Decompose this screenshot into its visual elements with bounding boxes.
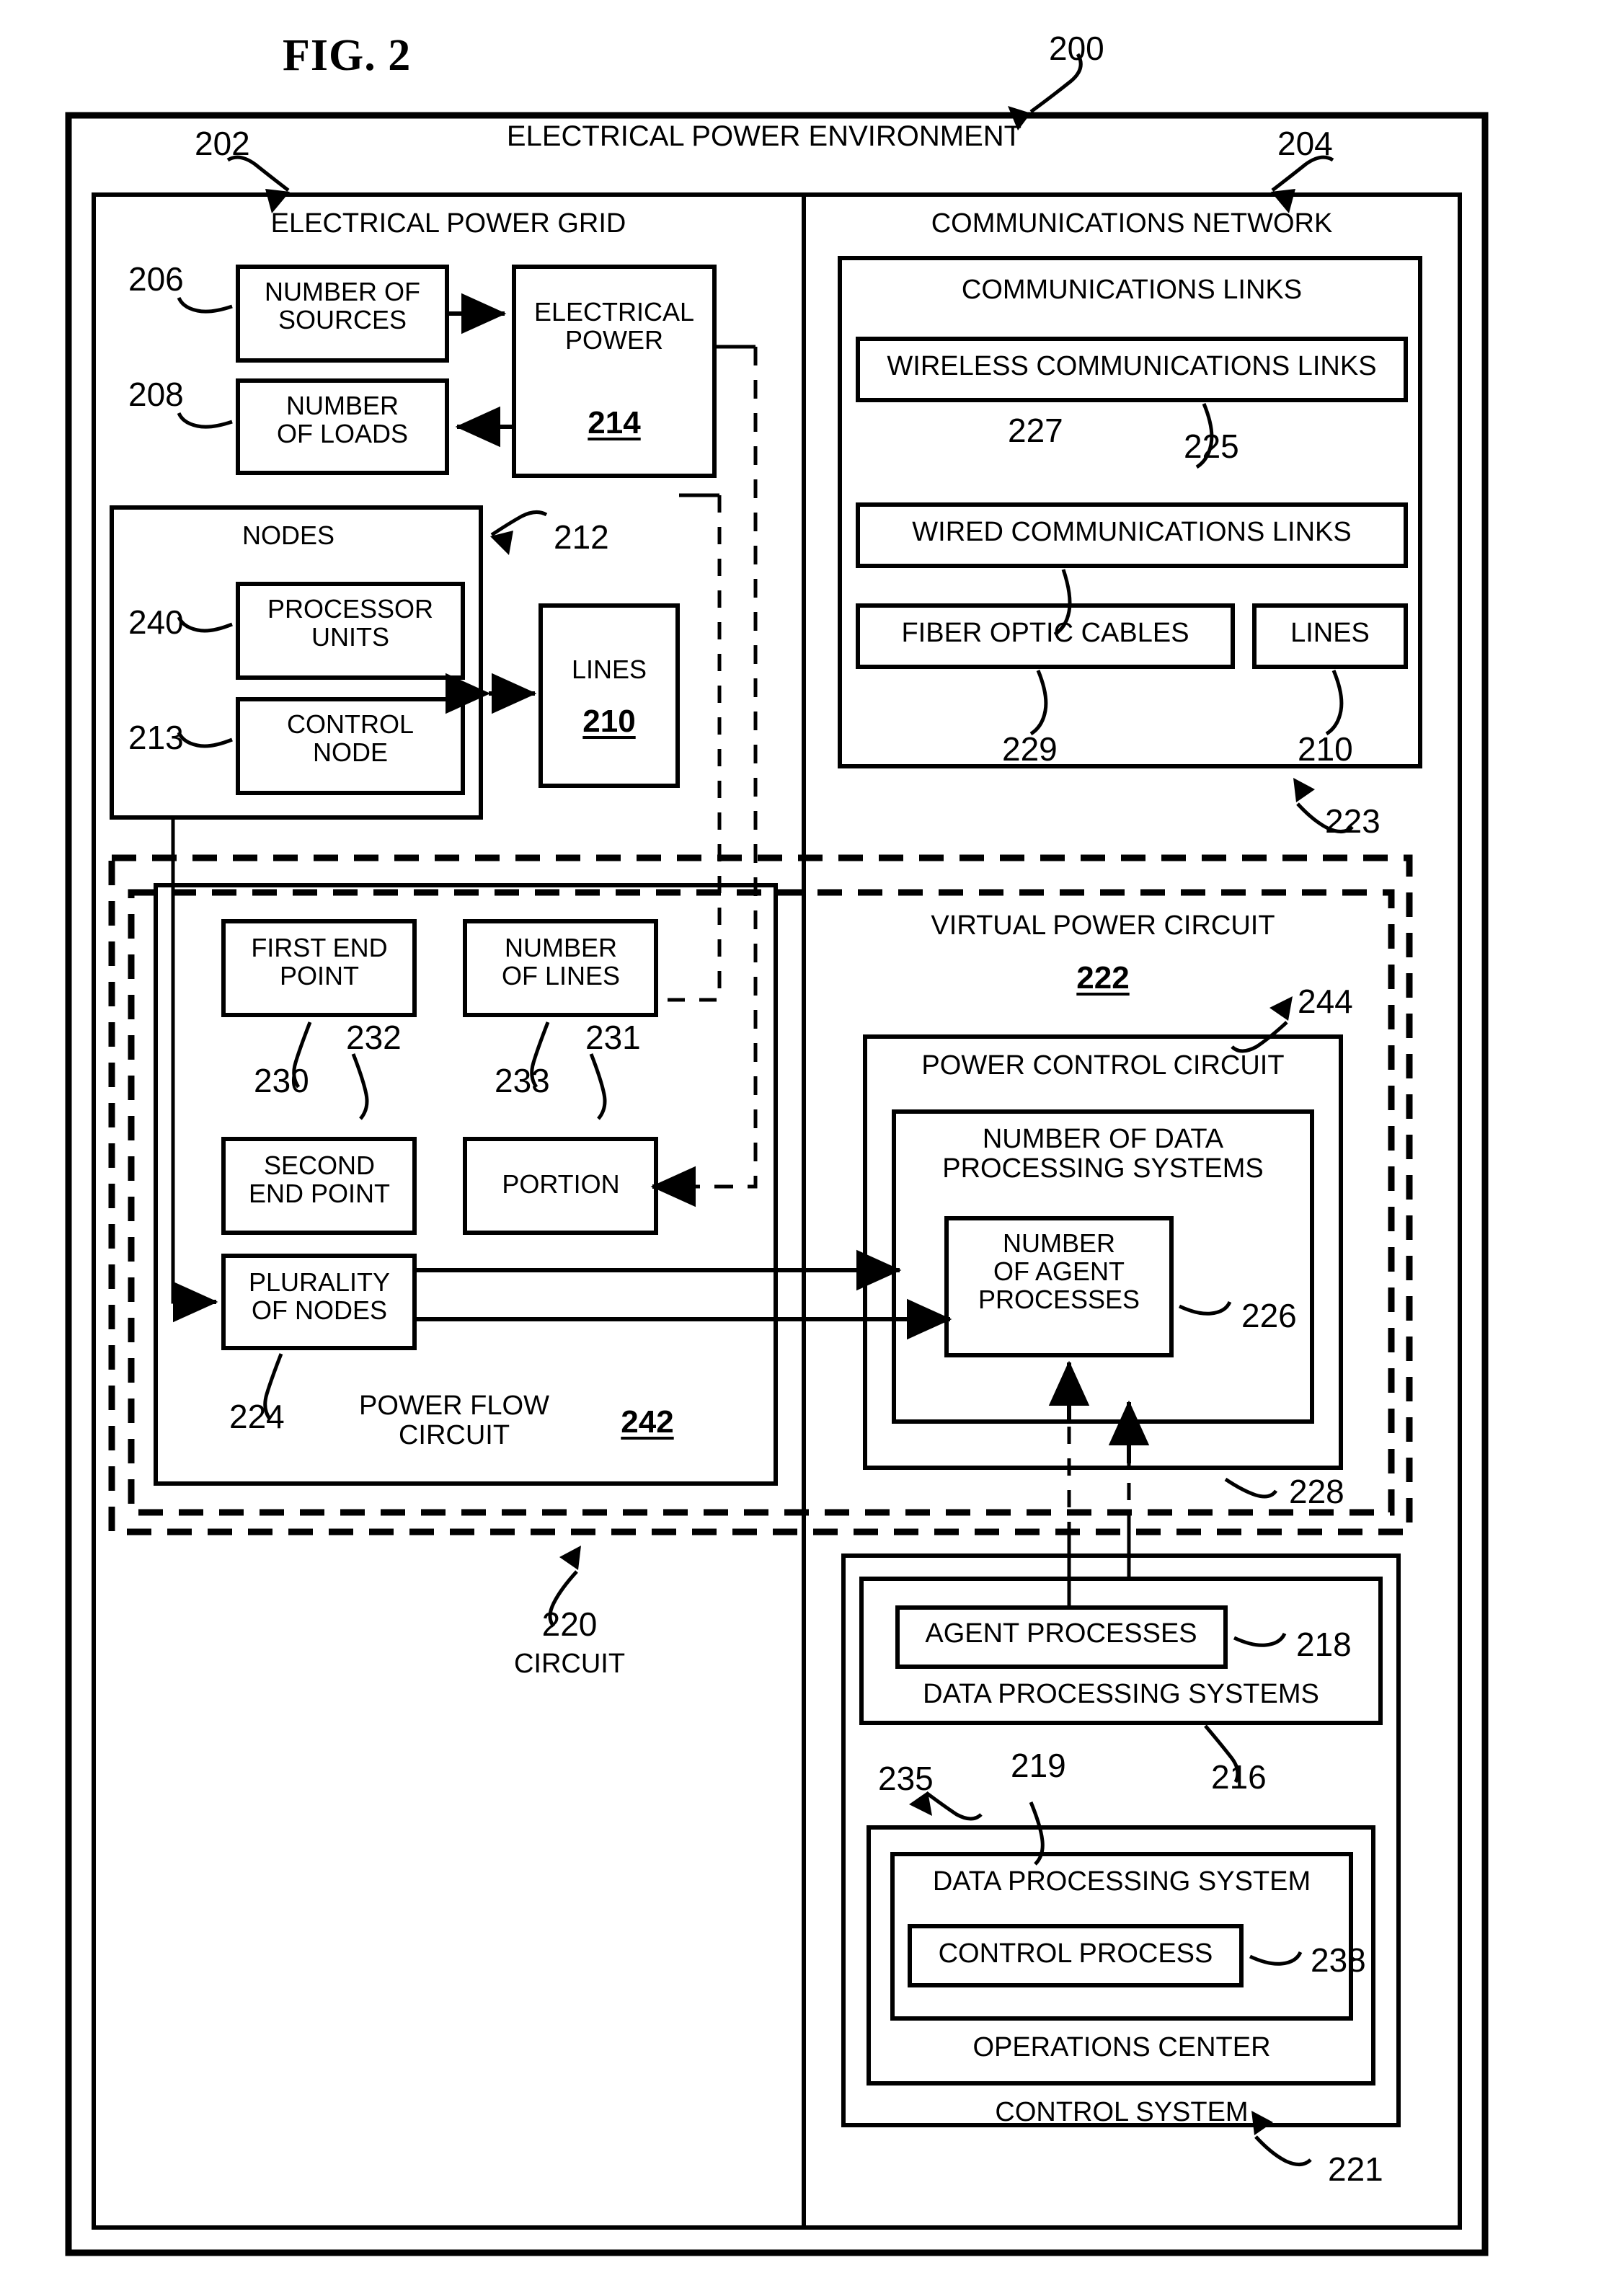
electrical-power-grid-panel bbox=[92, 192, 806, 2230]
ref-213: 213 bbox=[128, 719, 184, 756]
communications-network-panel bbox=[802, 192, 1462, 2230]
ref-240: 240 bbox=[128, 603, 184, 641]
ref-233: 233 bbox=[495, 1062, 550, 1099]
operations-center-label: OPERATIONS CENTER bbox=[972, 2032, 1271, 2062]
processor-units-label: PROCESSOR UNITS bbox=[267, 594, 434, 652]
plurality-of-nodes-label: PLURALITY OF NODES bbox=[248, 1267, 391, 1325]
leader-240 bbox=[177, 616, 233, 633]
ref-226: 226 bbox=[1241, 1297, 1297, 1334]
lines-box bbox=[539, 603, 680, 788]
leader-220-head bbox=[559, 1546, 581, 1570]
comms-title: COMMUNICATIONS NETWORK bbox=[931, 208, 1333, 239]
ref-238: 238 bbox=[1311, 1941, 1366, 1979]
leader-221 bbox=[1254, 2135, 1312, 2166]
ref-227: 227 bbox=[1008, 412, 1063, 449]
agent-processes-label: AGENT PROCESSES bbox=[925, 1618, 1197, 1649]
ref-231: 231 bbox=[585, 1019, 641, 1056]
second-end-point-label: SECOND END POINT bbox=[248, 1151, 390, 1208]
ref-235: 235 bbox=[878, 1760, 934, 1797]
nodes-label: NODES bbox=[241, 520, 335, 550]
virtual-power-circuit-title: VIRTUAL POWER CIRCUIT bbox=[931, 910, 1275, 941]
ref-222: 222 bbox=[1076, 960, 1130, 996]
wireless-communications-links-label: WIRELESS COMMUNICATIONS LINKS bbox=[887, 351, 1377, 381]
leader-206 bbox=[177, 296, 233, 314]
figure-title: FIG. 2 bbox=[283, 31, 412, 80]
ref-244: 244 bbox=[1298, 983, 1353, 1020]
lines-to-number-of-lines-dashed bbox=[662, 495, 722, 1002]
first-end-point-label: FIRST END POINT bbox=[251, 933, 388, 990]
control-system-label: CONTROL SYSTEM bbox=[995, 2097, 1249, 2127]
leader-213 bbox=[177, 731, 233, 748]
ref-218: 218 bbox=[1296, 1626, 1352, 1663]
ref-229: 229 bbox=[1002, 730, 1058, 768]
power-control-circuit-label: POWER CONTROL CIRCUIT bbox=[921, 1050, 1285, 1081]
leader-210b bbox=[1325, 670, 1344, 736]
ref-200: 200 bbox=[1049, 30, 1104, 67]
number-of-lines-label: NUMBER OF LINES bbox=[501, 933, 621, 990]
electrical-power-label: ELECTRICAL POWER bbox=[533, 297, 695, 355]
circuit-label: CIRCUIT bbox=[513, 1649, 626, 1679]
leader-232 bbox=[351, 1053, 369, 1120]
ref-202: 202 bbox=[195, 125, 250, 162]
ref-208: 208 bbox=[128, 376, 184, 413]
number-of-agent-processes-label: NUMBER OF AGENT PROCESSES bbox=[978, 1228, 1140, 1314]
ref-220: 220 bbox=[541, 1605, 598, 1643]
communications-links-box bbox=[838, 256, 1422, 768]
ref-210-comms: 210 bbox=[1298, 730, 1353, 768]
ref-212: 212 bbox=[554, 518, 609, 556]
communications-links-title: COMMUNICATIONS LINKS bbox=[961, 275, 1303, 305]
diagram-vector-layer bbox=[65, 53, 1489, 2256]
ref-214: 214 bbox=[588, 405, 641, 440]
number-of-data-processing-systems-label: NUMBER OF DATA PROCESSING SYSTEMS bbox=[942, 1124, 1264, 1184]
leader-238 bbox=[1249, 1951, 1303, 1966]
leader-228 bbox=[1224, 1477, 1278, 1499]
leader-226 bbox=[1178, 1300, 1232, 1316]
nodes-box bbox=[110, 505, 483, 820]
patent-figure-2: FIG. 2 ELECTRICAL POWER ENVIRONMENT 200 … bbox=[0, 0, 1622, 2296]
power-flow-circuit-title: POWER FLOW CIRCUIT bbox=[359, 1391, 549, 1451]
ref-224: 224 bbox=[229, 1398, 285, 1435]
ref-219: 219 bbox=[1011, 1747, 1066, 1784]
ref-204: 204 bbox=[1277, 125, 1333, 162]
leader-208 bbox=[177, 412, 233, 429]
fiber-optic-cables-label: FIBER OPTIC CABLES bbox=[901, 618, 1189, 648]
leader-231 bbox=[589, 1053, 607, 1120]
data-processing-systems-label: DATA PROCESSING SYSTEMS bbox=[923, 1679, 1319, 1709]
wired-communications-links-label: WIRED COMMUNICATIONS LINKS bbox=[912, 517, 1352, 547]
leader-244-head bbox=[1269, 996, 1293, 1021]
ref-223: 223 bbox=[1325, 802, 1381, 840]
ref-221: 221 bbox=[1328, 2150, 1383, 2188]
ref-228: 228 bbox=[1289, 1473, 1344, 1510]
grid-title: ELECTRICAL POWER GRID bbox=[270, 208, 626, 239]
control-process-label: CONTROL PROCESS bbox=[938, 1938, 1213, 1969]
number-of-loads-label: NUMBER OF LOADS bbox=[276, 391, 409, 448]
control-node-label: CONTROL NODE bbox=[286, 709, 414, 767]
ref-210-grid: 210 bbox=[582, 704, 636, 739]
ref-206: 206 bbox=[128, 260, 184, 298]
ref-232: 232 bbox=[346, 1019, 402, 1056]
ref-216: 216 bbox=[1211, 1758, 1267, 1796]
leader-235 bbox=[925, 1791, 983, 1821]
ref-230: 230 bbox=[254, 1062, 309, 1099]
leader-218 bbox=[1233, 1632, 1287, 1647]
environment-title: ELECTRICAL POWER ENVIRONMENT bbox=[506, 120, 1022, 152]
ref-225: 225 bbox=[1184, 427, 1239, 465]
data-processing-system-label: DATA PROCESSING SYSTEM bbox=[932, 1866, 1311, 1897]
comms-lines-label: LINES bbox=[1290, 618, 1370, 648]
leader-212 bbox=[490, 510, 548, 537]
power-to-portion-dashed bbox=[667, 347, 758, 1189]
ref-242: 242 bbox=[621, 1404, 674, 1440]
grid-lines-label: LINES bbox=[571, 655, 647, 684]
portion-label: PORTION bbox=[502, 1169, 620, 1199]
leader-223-head bbox=[1293, 778, 1315, 802]
number-of-sources-label: NUMBER OF SOURCES bbox=[265, 277, 420, 334]
leader-229 bbox=[1029, 670, 1048, 736]
